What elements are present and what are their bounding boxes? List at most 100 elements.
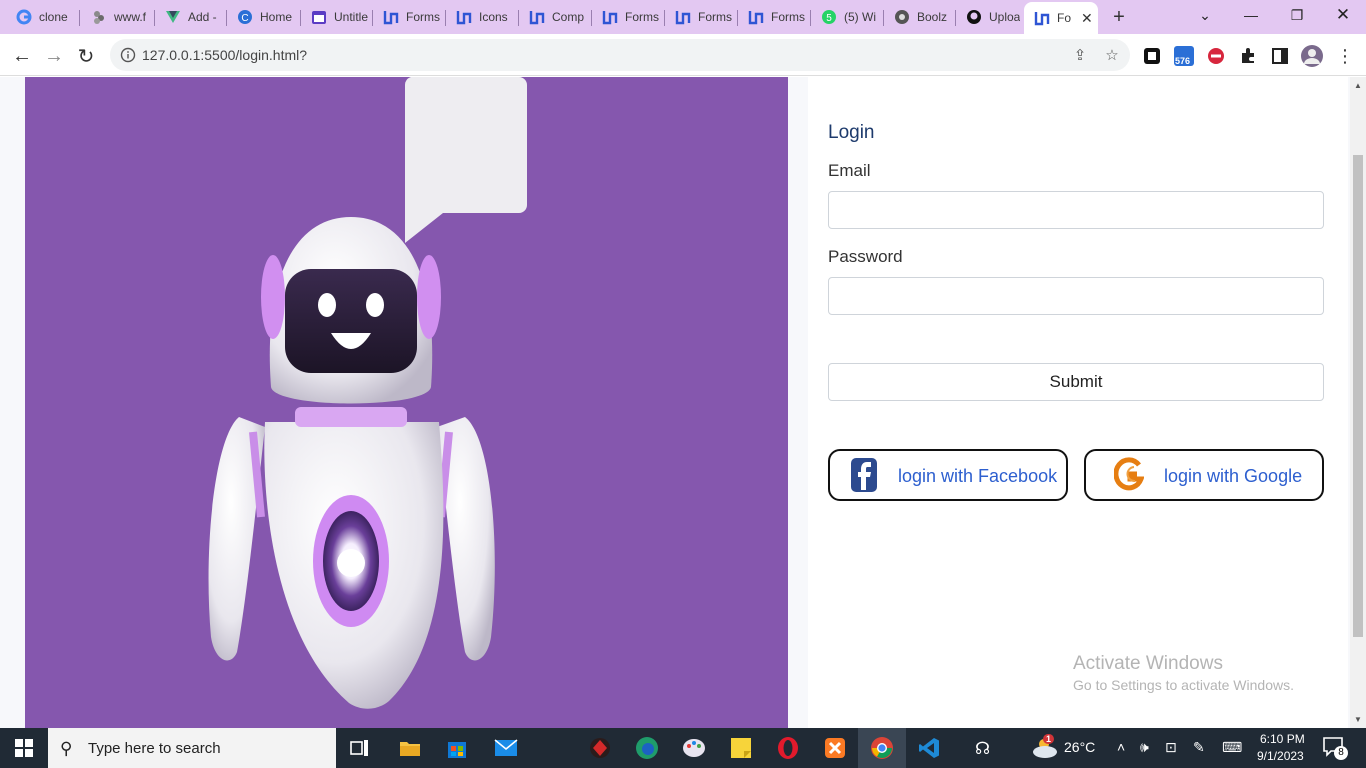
taskbar-search-box[interactable]: ⚲ Type here to search [48,728,336,768]
tab-title: Forms [698,10,732,24]
task-view-icon[interactable] [348,736,372,760]
scroll-up-arrow-icon[interactable]: ▲ [1354,81,1362,90]
back-icon[interactable]: ← [8,42,36,70]
figma-icon [91,9,107,25]
app-shield-icon[interactable] [588,736,612,760]
login-title: Login [828,122,875,143]
close-tab-icon[interactable]: ✕ [1081,10,1093,27]
new-tab-button[interactable]: + [1108,4,1130,30]
close-window-icon[interactable]: ✕ [1320,0,1366,30]
show-hidden-icons-chevron-icon[interactable]: ˄ [1117,739,1125,755]
opera-browser-icon[interactable] [776,736,800,760]
network-icon[interactable]: ⊡ [1165,739,1177,756]
address-bar[interactable]: 127.0.0.1:5500/login.html? ⇪ ☆ [110,39,1130,71]
reload-icon[interactable]: ↻ [72,42,100,70]
adblock-icon[interactable] [1206,46,1226,66]
google-login-button[interactable]: login with Google [1084,449,1324,501]
people-icon[interactable]: ☊ [975,739,990,759]
weather-icon[interactable]: 1 [1030,734,1060,760]
notification-count-badge: 8 [1334,746,1348,760]
tab-title: www.f [114,10,147,24]
svg-text:5: 5 [826,13,832,24]
uiverse-icon [529,9,545,25]
uiverse-icon [456,9,472,25]
submit-button[interactable]: Submit [828,363,1324,401]
email-field[interactable] [828,191,1324,229]
browser-tab[interactable]: Forms [592,4,665,30]
tab-title: Comp [552,10,585,24]
tab-title: Forms [625,10,659,24]
site-info-icon[interactable] [120,47,136,63]
uiverse-icon [1034,10,1050,26]
windows-start-icon[interactable] [0,728,48,768]
extension-icon[interactable] [1142,46,1162,66]
scrollbar-thumb[interactable] [1353,155,1363,637]
edge-browser-icon[interactable] [635,736,659,760]
uiverse-icon [675,9,691,25]
minimize-icon[interactable]: — [1228,0,1274,30]
browser-tab[interactable]: clone [6,4,80,30]
vscode-icon[interactable] [917,736,941,760]
extensions-puzzle-icon[interactable] [1238,46,1258,66]
boolz-icon [894,9,910,25]
weather-temperature[interactable]: 26°C [1064,739,1095,755]
xampp-icon[interactable] [823,736,847,760]
taskbar-date[interactable]: 9/1/2023 [1257,749,1304,763]
browser-toolbar: ← → ↻ 127.0.0.1:5500/login.html? ⇪ ☆ 576… [0,34,1366,76]
password-field[interactable] [828,277,1324,315]
sticky-notes-icon[interactable] [729,736,753,760]
browser-tab[interactable]: Comp [519,4,592,30]
speaker-icon[interactable]: 🕪 [1140,739,1149,756]
mail-icon[interactable] [494,736,518,760]
browser-tab[interactable]: Boolz [884,4,956,30]
forward-icon[interactable]: → [40,42,68,70]
browser-tab[interactable]: Forms [373,4,446,30]
search-icon: ⚲ [60,739,73,758]
page-scrollbar[interactable]: ▲ ▼ [1350,77,1366,728]
url-text[interactable]: 127.0.0.1:5500/login.html? [142,47,307,63]
browser-tab[interactable]: Forms [738,4,811,30]
browser-tab[interactable]: 5 (5) Wi [811,4,884,30]
side-panel-icon[interactable] [1270,46,1290,66]
scroll-down-arrow-icon[interactable]: ▼ [1354,715,1362,724]
activate-windows-title: Activate Windows [1073,653,1223,674]
pen-icon[interactable]: ✎ [1193,739,1205,756]
paint-icon[interactable] [682,736,706,760]
facebook-login-button[interactable]: login with Facebook [828,449,1068,501]
facebook-login-label: login with Facebook [898,466,1058,486]
browser-tab[interactable]: C Home [227,4,301,30]
browser-tab[interactable]: www.f [81,4,155,30]
file-explorer-icon[interactable] [398,736,422,760]
menu-kebab-icon[interactable]: ⋮ [1335,46,1355,66]
windows-taskbar: ⚲ Type here to search ☊ 1 26°C ˄ 🕪 ⊡ ✎ ⌨… [0,728,1366,768]
tab-title: Forms [771,10,805,24]
calendar-icon [311,9,327,25]
bookmark-star-icon[interactable]: ☆ [1102,45,1122,65]
tab-title: Icons [479,10,508,24]
browser-tab[interactable]: Add - [155,4,227,30]
browser-tab[interactable]: Uploa [956,4,1024,30]
restore-icon[interactable]: ❐ [1274,0,1320,30]
keyboard-icon[interactable]: ⌨ [1222,739,1242,756]
uiverse-icon [383,9,399,25]
microsoft-store-icon[interactable] [445,736,469,760]
taskbar-time[interactable]: 6:10 PM [1260,732,1305,746]
svg-text:C: C [241,13,248,24]
facebook-icon [850,457,884,493]
browser-tab[interactable]: Icons [446,4,519,30]
extension-badge-icon[interactable]: 576 [1173,46,1195,66]
google-icon [16,9,32,25]
page-viewport: Login Email Password Submit login with F… [0,77,1366,728]
share-icon[interactable]: ⇪ [1070,45,1090,65]
notification-center-icon[interactable]: 8 [1322,736,1348,760]
browser-tab-active[interactable]: Fo ✕ [1024,2,1098,34]
profile-avatar-icon[interactable] [1300,45,1324,67]
activate-windows-subtitle: Go to Settings to activate Windows. [1073,677,1294,693]
uiverse-icon [602,9,618,25]
chrome-browser-icon[interactable] [870,736,894,760]
browser-tab[interactable]: Untitle [301,4,373,30]
tab-search-icon[interactable]: ⌄ [1182,0,1228,30]
browser-tab[interactable]: Forms [665,4,738,30]
tab-title: Fo [1057,11,1072,25]
tab-title: Home [260,10,293,24]
